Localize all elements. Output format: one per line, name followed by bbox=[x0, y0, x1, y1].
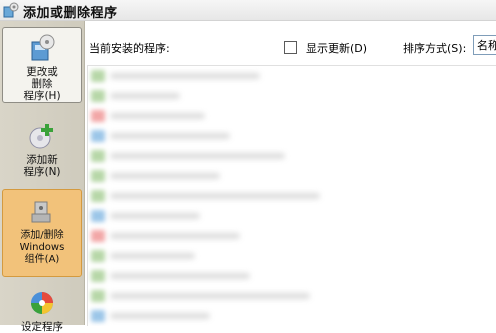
set-program-defaults-label: 设定程序 bbox=[21, 321, 63, 333]
show-updates-checkbox[interactable] bbox=[284, 41, 297, 54]
program-icon bbox=[91, 310, 105, 322]
program-icon bbox=[91, 150, 105, 162]
program-icon bbox=[91, 170, 105, 182]
add-remove-windows-components-label: 添加/删除 Windows 组件(A) bbox=[19, 230, 65, 265]
program-row[interactable] bbox=[88, 166, 496, 186]
program-icon bbox=[91, 70, 105, 82]
program-icon bbox=[91, 190, 105, 202]
program-row[interactable] bbox=[88, 266, 496, 286]
add-new-programs-label: 添加新 程序(N) bbox=[23, 154, 61, 178]
program-name-blurred bbox=[110, 133, 230, 139]
program-row[interactable] bbox=[88, 246, 496, 266]
program-icon bbox=[91, 270, 105, 282]
program-icon bbox=[91, 290, 105, 302]
program-icon bbox=[91, 110, 105, 122]
program-row[interactable] bbox=[88, 86, 496, 106]
main-panel: 当前安装的程序: 显示更新(D) 排序方式(S): 名称 bbox=[85, 21, 496, 326]
installed-programs-list[interactable] bbox=[87, 65, 496, 326]
program-name-blurred bbox=[110, 213, 200, 219]
program-row[interactable] bbox=[88, 66, 496, 86]
add-new-programs-button[interactable]: 添加新 程序(N) bbox=[2, 115, 82, 178]
program-name-blurred bbox=[110, 153, 285, 159]
program-name-blurred bbox=[110, 73, 260, 79]
add-remove-windows-components-button[interactable]: 添加/删除 Windows 组件(A) bbox=[2, 189, 82, 277]
sort-by-label: 排序方式(S): bbox=[403, 42, 467, 55]
change-remove-programs-button[interactable]: 更改或 删除 程序(H) bbox=[2, 27, 82, 103]
program-icon bbox=[91, 210, 105, 222]
program-name-blurred bbox=[110, 253, 195, 259]
program-row[interactable] bbox=[88, 126, 496, 146]
program-name-blurred bbox=[110, 273, 250, 279]
program-row[interactable] bbox=[88, 226, 496, 246]
program-row[interactable] bbox=[88, 206, 496, 226]
program-name-blurred bbox=[110, 113, 205, 119]
program-name-blurred bbox=[110, 193, 320, 199]
program-row[interactable] bbox=[88, 146, 496, 166]
sidebar: 更改或 删除 程序(H) 添加新 程序(N) 添加/删除 Windows 组件(… bbox=[0, 21, 85, 333]
currently-installed-label: 当前安装的程序: bbox=[89, 42, 170, 55]
show-updates-label[interactable]: 显示更新(D) bbox=[306, 40, 367, 56]
program-name-blurred bbox=[110, 313, 210, 319]
program-row[interactable] bbox=[88, 306, 496, 326]
program-icon bbox=[91, 250, 105, 262]
change-remove-programs-icon bbox=[31, 34, 55, 61]
program-icon bbox=[91, 90, 105, 102]
window-title: 添加或删除程序 bbox=[23, 6, 118, 21]
program-icon bbox=[91, 130, 105, 142]
program-name-blurred bbox=[110, 293, 310, 299]
program-row[interactable] bbox=[88, 286, 496, 306]
windows-components-icon bbox=[31, 201, 51, 223]
add-new-programs-icon bbox=[29, 124, 53, 149]
add-remove-programs-icon bbox=[3, 2, 19, 18]
program-defaults-icon bbox=[31, 292, 53, 314]
sort-by-select[interactable]: 名称 bbox=[473, 35, 496, 55]
change-remove-programs-label: 更改或 删除 程序(H) bbox=[23, 66, 61, 102]
program-row[interactable] bbox=[88, 106, 496, 126]
program-name-blurred bbox=[110, 173, 220, 179]
program-icon bbox=[91, 230, 105, 242]
program-name-blurred bbox=[110, 93, 180, 99]
title-bar: 添加或删除程序 bbox=[0, 0, 496, 21]
program-name-blurred bbox=[110, 233, 240, 239]
set-program-defaults-button[interactable]: 设定程序 bbox=[2, 285, 82, 333]
program-row[interactable] bbox=[88, 186, 496, 206]
